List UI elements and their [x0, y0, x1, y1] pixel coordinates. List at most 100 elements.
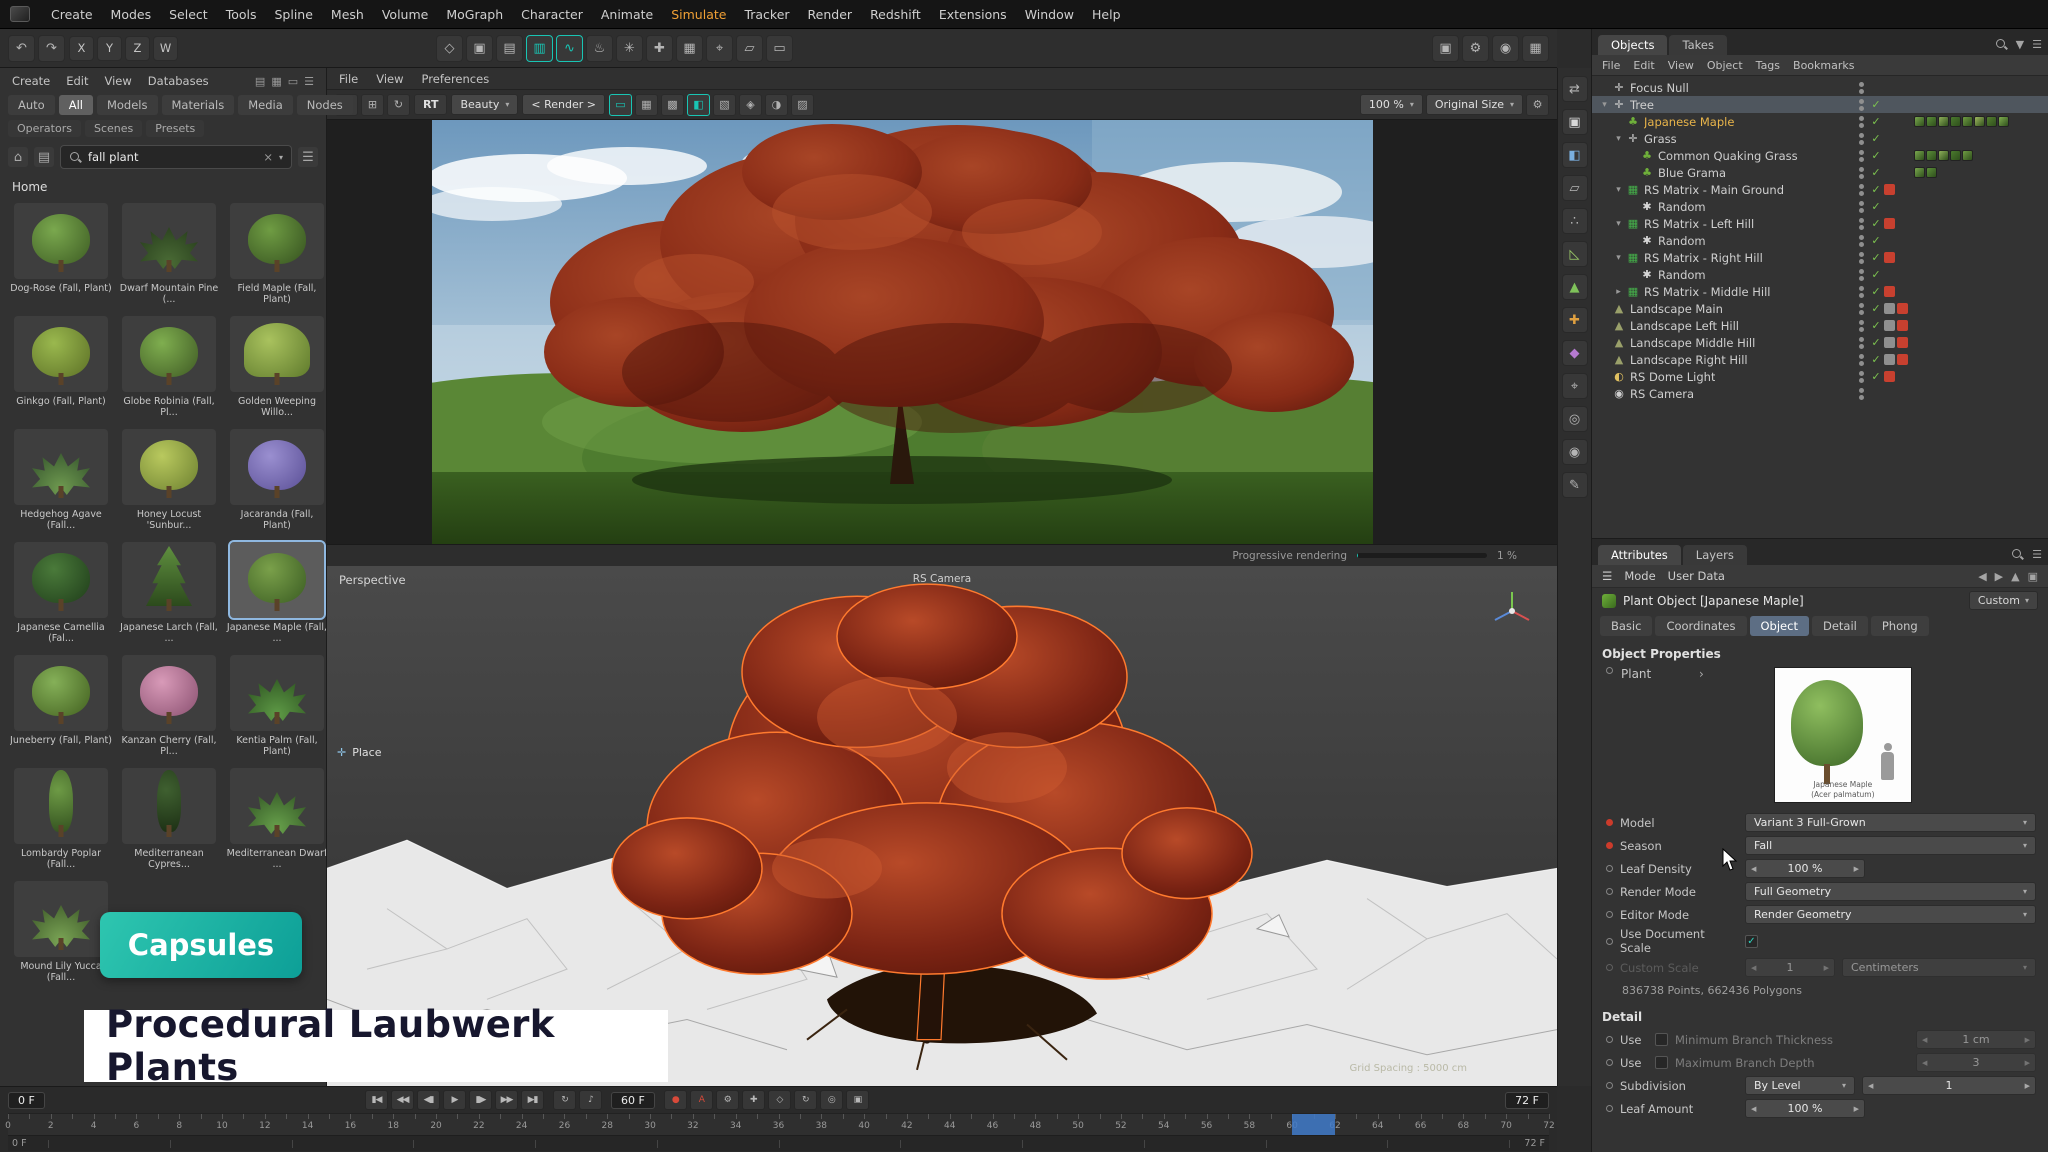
pyro-icon[interactable]: ♨	[586, 35, 613, 62]
sound-toggle-button[interactable]: ♪	[579, 1090, 602, 1110]
particles-icon[interactable]: ✳	[616, 35, 643, 62]
next-key-button[interactable]: ▶▶	[495, 1090, 518, 1110]
keyframe-dot[interactable]	[1606, 1105, 1613, 1112]
keyframe-dot[interactable]	[1606, 865, 1613, 872]
record-button[interactable]: ●	[664, 1090, 687, 1110]
phong-tag[interactable]	[1884, 303, 1895, 314]
enabled-check[interactable]: ✓	[1868, 319, 1884, 332]
asset-tile-ginkgo-fall-plant[interactable]: Ginkgo (Fall, Plant)	[10, 316, 112, 419]
object-row-tree[interactable]: ▾✛Tree✓	[1592, 96, 2048, 113]
parent-icon[interactable]: ▲	[2011, 570, 2019, 583]
spin-up-icon[interactable]: ▶	[2025, 1082, 2030, 1090]
render-pass-dropdown[interactable]: Beauty▾	[451, 94, 518, 115]
visibility-dots[interactable]	[1854, 99, 1868, 111]
om-menu-file[interactable]: File	[1602, 59, 1620, 72]
denoise-icon[interactable]: ◈	[739, 94, 762, 116]
visibility-dots[interactable]	[1854, 337, 1868, 349]
rv-menu-file[interactable]: File	[339, 72, 358, 86]
current-frame-field[interactable]: 60 F	[611, 1092, 655, 1109]
prev-key-button[interactable]: ◀◀	[391, 1090, 414, 1110]
redo-icon[interactable]: ↷	[38, 35, 65, 62]
asset-tile-jacaranda-fall-plant[interactable]: Jacaranda (Fall, Plant)	[226, 429, 326, 532]
filter-tab-all[interactable]: All	[59, 95, 93, 115]
points-mode-icon[interactable]: ∴	[1562, 208, 1588, 234]
tab-takes[interactable]: Takes	[1669, 35, 1727, 55]
min-branch-checkbox[interactable]	[1655, 1033, 1668, 1046]
viewport-name-label[interactable]: Perspective	[339, 573, 406, 587]
enabled-check[interactable]: ✓	[1868, 166, 1884, 179]
redshift-object-tag[interactable]	[1897, 320, 1908, 331]
asset-tile-juneberry-fall-plant[interactable]: Juneberry (Fall, Plant)	[10, 655, 112, 758]
keyframe-dot[interactable]	[1606, 911, 1613, 918]
render-mode-dropdown[interactable]: Full Geometry ▾	[1745, 882, 2036, 901]
visibility-dots[interactable]	[1854, 354, 1868, 366]
asset-tile-lombardy-poplar-fall[interactable]: Lombardy Poplar (Fall...	[10, 768, 112, 871]
keyframe-dot[interactable]	[1606, 819, 1613, 826]
asset-tile-globe-robinia-fall-pl[interactable]: Globe Robinia (Fall, Pl...	[118, 316, 220, 419]
max-branch-checkbox[interactable]	[1655, 1056, 1668, 1069]
ab-compare-icon[interactable]: ◧	[687, 94, 710, 116]
polygons-mode-icon[interactable]: ▲	[1562, 274, 1588, 300]
ab-menu-create[interactable]: Create	[12, 74, 50, 88]
asset-tile-honey-locust-sunbur[interactable]: Honey Locust 'Sunbur...	[118, 429, 220, 532]
redshift-object-tag[interactable]	[1884, 252, 1895, 263]
home-icon[interactable]: ⌂	[8, 147, 28, 167]
menu-window[interactable]: Window	[1016, 5, 1083, 24]
current-frame-marker[interactable]	[1292, 1114, 1335, 1135]
model-dropdown[interactable]: Variant 3 Full-Grown ▾	[1745, 813, 2036, 832]
redshift-object-tag[interactable]	[1897, 337, 1908, 348]
keyframe-dot[interactable]	[1606, 938, 1613, 945]
object-tab-object[interactable]: Object	[1750, 616, 1809, 636]
visibility-dots[interactable]	[1854, 388, 1868, 400]
axis-gizmo[interactable]	[1489, 588, 1535, 634]
om-menu-view[interactable]: View	[1668, 59, 1694, 72]
panel-menu-icon[interactable]: ☰	[2032, 38, 2042, 51]
menu-tools[interactable]: Tools	[217, 5, 266, 24]
enabled-check[interactable]: ✓	[1868, 183, 1884, 196]
forward-icon[interactable]: ▶	[1995, 570, 2003, 583]
om-menu-tags[interactable]: Tags	[1756, 59, 1780, 72]
visibility-dots[interactable]	[1854, 133, 1868, 145]
enabled-check[interactable]: ✓	[1868, 353, 1884, 366]
use-document-scale-checkbox[interactable]: ✓	[1745, 935, 1758, 948]
record-parameter-toggle[interactable]: ◎	[820, 1090, 843, 1110]
caret-down-icon[interactable]: ▾	[279, 153, 283, 162]
season-dropdown[interactable]: Fall ▾	[1745, 836, 2036, 855]
subdivision-mode-dropdown[interactable]: By Level ▾	[1745, 1076, 1855, 1095]
rigid-body-icon[interactable]: ▣	[466, 35, 493, 62]
workplane-mode-icon[interactable]: ▱	[1562, 175, 1588, 201]
redshift-object-tag[interactable]	[1897, 354, 1908, 365]
aov-icon[interactable]: ▨	[791, 94, 814, 116]
object-row-landscape-middle-hill[interactable]: ▲Landscape Middle Hill✓	[1592, 334, 2048, 351]
expand-icon[interactable]: ›	[1699, 667, 1704, 681]
asset-tile-japanese-camellia-fal[interactable]: Japanese Camellia (Fal...	[10, 542, 112, 645]
range-end-field[interactable]: 72 F	[1505, 1092, 1549, 1109]
asset-search-input[interactable]: fall plant × ▾	[60, 145, 292, 169]
zoom-dropdown[interactable]: 100 %▾	[1360, 94, 1423, 115]
enabled-check[interactable]: ✓	[1868, 217, 1884, 230]
filter-tab-nodes[interactable]: Nodes	[297, 95, 353, 115]
spin-down-icon[interactable]: ◀	[1868, 1082, 1873, 1090]
enabled-check[interactable]: ✓	[1868, 370, 1884, 383]
subtab-scenes[interactable]: Scenes	[85, 120, 142, 137]
object-row-landscape-main[interactable]: ▲Landscape Main✓	[1592, 300, 2048, 317]
menu-render[interactable]: Render	[799, 5, 862, 24]
asset-tile-dog-rose-fall-plant[interactable]: Dog-Rose (Fall, Plant)	[10, 203, 112, 306]
mode-dropdown[interactable]: Mode	[1624, 569, 1655, 583]
preview-range-bar[interactable]: 0 F 72 F	[8, 1135, 1549, 1151]
subdivision-field[interactable]: ◀ 1 ▶	[1862, 1076, 2036, 1095]
object-row-random[interactable]: ✱Random✓	[1592, 198, 2048, 215]
section-home-label[interactable]: Home	[0, 171, 326, 199]
bucket-render-icon[interactable]: ▧	[713, 94, 736, 116]
render-view-settings-icon[interactable]: ⚙	[1526, 94, 1549, 116]
menu-volume[interactable]: Volume	[373, 5, 438, 24]
enabled-check[interactable]: ✓	[1868, 149, 1884, 162]
object-tab-coordinates[interactable]: Coordinates	[1655, 616, 1746, 636]
keyframe-dot[interactable]	[1606, 888, 1613, 895]
axis-z-toggle[interactable]: Z	[125, 36, 150, 61]
keyframe-dot[interactable]	[1606, 667, 1613, 674]
object-row-rs-camera[interactable]: ◉RS Camera	[1592, 385, 2048, 402]
visibility-dots[interactable]	[1854, 286, 1868, 298]
keyframe-dot[interactable]	[1606, 842, 1613, 849]
rv-menu-view[interactable]: View	[376, 72, 403, 86]
